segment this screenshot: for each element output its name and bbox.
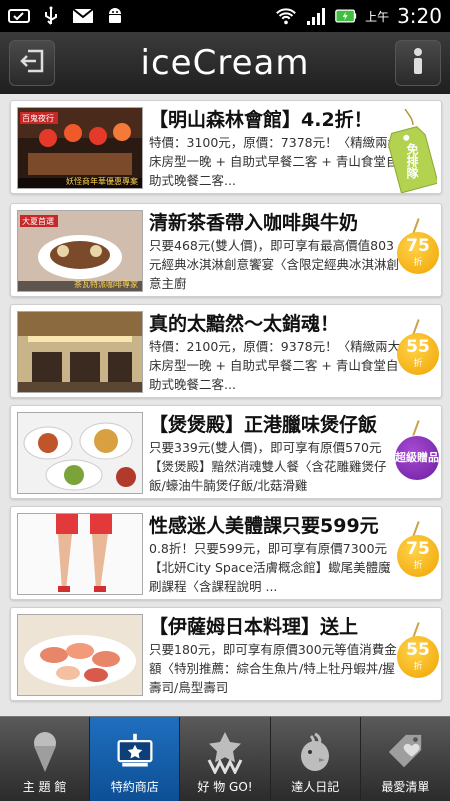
thumb-caption: 茶瓦特派咖啡專家 xyxy=(74,280,138,289)
app-title: iceCream xyxy=(140,43,310,83)
discount-badge: 55 折 xyxy=(395,319,439,387)
deal-thumbnail: 大夏首選 茶瓦特派咖啡專家 xyxy=(17,210,143,292)
tab-label: 好 物 GO! xyxy=(197,780,253,794)
deal-thumbnail xyxy=(17,412,143,494)
deal-description: 特價：2100元，原價：9378元！〈精緻兩大床房型一晚 + 自助式早餐二客 +… xyxy=(149,339,401,392)
android-icon xyxy=(104,6,126,26)
discount-unit: 折 xyxy=(413,662,423,672)
deal-card[interactable]: 百鬼夜行 妖怪商年華優惠專案 【明山森林會館】4.2折！ 特價：3100元，原價… xyxy=(10,100,442,194)
tab-label: 最愛清單 xyxy=(381,780,430,794)
chick-icon xyxy=(295,730,335,774)
deal-title: 【煲煲殿】正港臘味煲仔飯 xyxy=(149,414,378,436)
tab-partner-stores[interactable]: 特約商店 xyxy=(90,717,181,801)
discount-unit: 折 xyxy=(413,359,423,369)
bottom-tab-bar: 主 題 館 特約商店 好 物 GO! 達人日記 最愛清單 xyxy=(0,716,450,801)
tab-expert-diary[interactable]: 達人日記 xyxy=(271,717,361,801)
discount-number: 55 xyxy=(406,640,430,660)
discount-badge: 75 折 xyxy=(395,521,439,589)
discount-unit: 折 xyxy=(413,258,423,268)
deal-card[interactable]: 【伊薩姆日本料理】送上 只要180元，即可享有原價300元等值消費金額〈特別推薦… xyxy=(10,607,442,701)
thumb-tag: 大夏首選 xyxy=(22,217,54,226)
deal-description: 0.8折！只要599元，即可享有原價7300元【北妍City Space活膚概念… xyxy=(149,541,391,594)
deal-thumbnail xyxy=(17,513,143,595)
deal-title: 真的太黯然～太銷魂！ xyxy=(149,313,340,335)
gift-badge-label: 超級贈品 xyxy=(395,436,439,480)
discount-badge: 55 折 xyxy=(395,622,439,690)
discount-badge: 75 折 xyxy=(395,218,439,286)
thumb-tag: 百鬼夜行 xyxy=(22,114,54,123)
no-queue-label: 免排隊 xyxy=(405,143,419,179)
status-bar: 上午 3:20 xyxy=(0,0,450,32)
deal-thumbnail xyxy=(17,614,143,696)
deal-thumbnail: 百鬼夜行 妖怪商年華優惠專案 xyxy=(17,107,143,189)
gift-badge: 超級贈品 xyxy=(395,420,439,488)
thumb-caption: 妖怪商年華優惠專案 xyxy=(66,177,138,186)
deal-title: 性感迷人美體課只要599元 xyxy=(149,515,379,537)
heart-tag-icon xyxy=(385,730,425,774)
logout-button[interactable] xyxy=(9,40,55,86)
usb-icon xyxy=(40,6,62,26)
status-ampm: 上午 xyxy=(365,9,390,24)
store-sign-icon xyxy=(115,730,155,774)
tab-theme-hall[interactable]: 主 題 館 xyxy=(0,717,91,801)
discount-number: 75 xyxy=(406,539,430,559)
deal-title: 【伊薩姆日本料理】送上 xyxy=(149,616,359,638)
deal-description: 只要180元，即可享有原價300元等值消費金額〈特別推薦：綜合生魚片/特上牡丹蝦… xyxy=(149,642,397,695)
tab-label: 特約商店 xyxy=(110,780,159,794)
info-icon xyxy=(406,46,430,80)
deal-card[interactable]: 性感迷人美體課只要599元 0.8折！只要599元，即可享有原價7300元【北妍… xyxy=(10,506,442,600)
wifi-icon xyxy=(275,6,297,26)
deal-card[interactable]: 真的太黯然～太銷魂！ 特價：2100元，原價：9378元！〈精緻兩大床房型一晚 … xyxy=(10,304,442,398)
discount-unit: 折 xyxy=(413,561,423,571)
gmail-icon xyxy=(72,6,94,26)
deal-description: 只要468元(雙人價)，即可享有最高價值803元經典冰淇淋創意饗宴〈含限定經典冰… xyxy=(149,238,400,291)
discount-number: 75 xyxy=(406,236,430,256)
deal-title: 【明山森林會館】4.2折！ xyxy=(149,109,373,131)
logout-icon xyxy=(18,47,46,79)
ice-cream-icon xyxy=(25,730,65,774)
deal-description: 只要339元(雙人價)，即可享有原價570元【煲煲殿】黯然消魂雙人餐〈含花雕雞煲… xyxy=(149,440,387,493)
tab-favorites[interactable]: 最愛清單 xyxy=(361,717,450,801)
battery-charging-icon xyxy=(335,6,357,26)
deal-title: 清新茶香帶入咖啡與牛奶 xyxy=(149,212,359,234)
no-queue-tag: 免排隊 xyxy=(387,109,437,193)
hdd-check-icon xyxy=(8,6,30,26)
tab-label: 達人日記 xyxy=(291,780,340,794)
deal-description: 特價：3100元，原價：7378元！〈精緻兩大床房型一晚 + 自助式早餐二客 +… xyxy=(149,135,401,188)
discount-number: 55 xyxy=(406,337,430,357)
info-button[interactable] xyxy=(395,40,441,86)
star-w-icon xyxy=(205,730,245,774)
signal-icon xyxy=(305,6,327,26)
deal-list[interactable]: 百鬼夜行 妖怪商年華優惠專案 【明山森林會館】4.2折！ 特價：3100元，原價… xyxy=(0,94,450,716)
deal-thumbnail xyxy=(17,311,143,393)
deal-card[interactable]: 【煲煲殿】正港臘味煲仔飯 只要339元(雙人價)，即可享有原價570元【煲煲殿】… xyxy=(10,405,442,499)
app-header: iceCream xyxy=(0,32,450,94)
tab-good-stuff[interactable]: 好 物 GO! xyxy=(180,717,271,801)
tab-label: 主 題 館 xyxy=(22,780,67,794)
status-time: 3:20 xyxy=(397,4,442,28)
deal-card[interactable]: 大夏首選 茶瓦特派咖啡專家 清新茶香帶入咖啡與牛奶 只要468元(雙人價)，即可… xyxy=(10,203,442,297)
